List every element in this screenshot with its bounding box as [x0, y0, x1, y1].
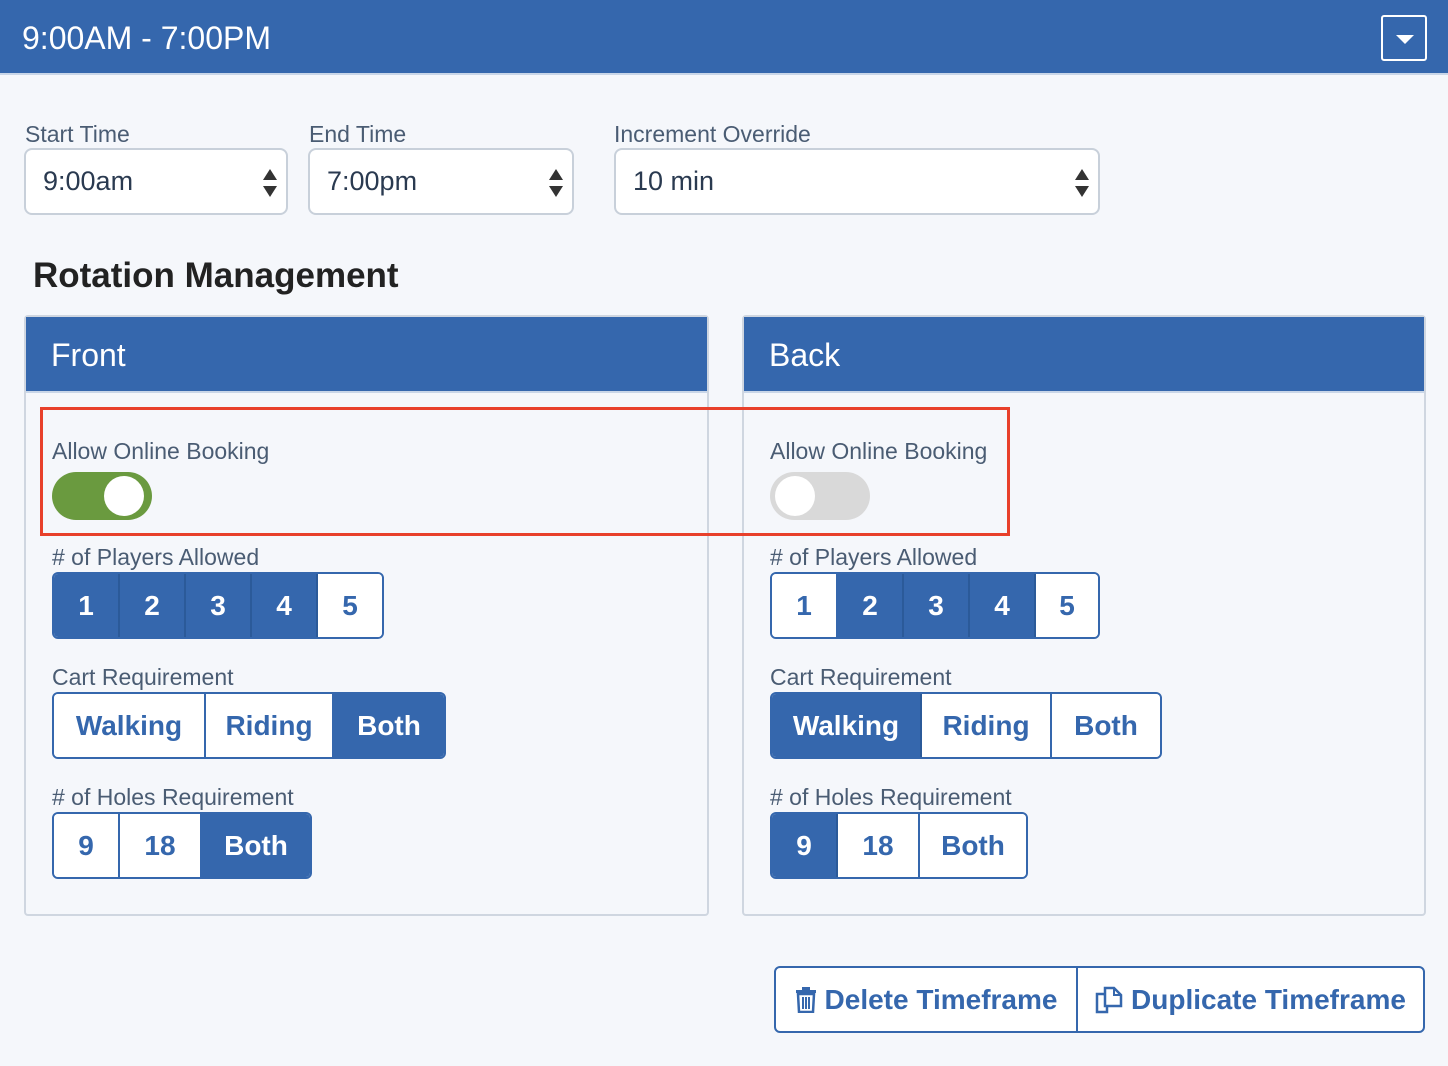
trash-icon: [795, 986, 816, 1013]
back-cart-group: Walking Riding Both: [770, 692, 1162, 759]
players-option-5[interactable]: 5: [318, 574, 382, 637]
players-option-2[interactable]: 2: [838, 574, 904, 637]
players-allowed-label: # of Players Allowed: [770, 544, 978, 570]
players-option-3[interactable]: 3: [186, 574, 252, 637]
rotation-management-title: Rotation Management: [33, 256, 399, 295]
front-online-booking-toggle[interactable]: [52, 472, 152, 520]
holes-option-18[interactable]: 18: [838, 814, 920, 877]
cart-option-both[interactable]: Both: [1052, 694, 1160, 757]
cart-option-walking[interactable]: Walking: [54, 694, 206, 757]
duplicate-timeframe-label: Duplicate Timeframe: [1131, 983, 1406, 1015]
cart-option-riding[interactable]: Riding: [922, 694, 1052, 757]
players-option-5[interactable]: 5: [1036, 574, 1098, 637]
increment-override-select[interactable]: 10 min: [614, 148, 1100, 215]
start-time-value: 9:00am: [43, 166, 134, 196]
cart-option-walking[interactable]: Walking: [772, 694, 922, 757]
holes-option-both[interactable]: Both: [920, 814, 1026, 877]
duplicate-timeframe-button[interactable]: Duplicate Timeframe: [1078, 968, 1423, 1031]
players-option-4[interactable]: 4: [252, 574, 318, 637]
caret-down-icon[interactable]: [1381, 15, 1427, 61]
start-time-select[interactable]: 9:00am: [24, 148, 288, 215]
holes-option-both[interactable]: Both: [202, 814, 310, 877]
holes-option-18[interactable]: 18: [120, 814, 202, 877]
players-option-1[interactable]: 1: [772, 574, 838, 637]
timeframe-actions: Delete Timeframe Duplicate Timeframe: [774, 966, 1425, 1033]
players-option-1[interactable]: 1: [54, 574, 120, 637]
start-time-label: Start Time: [25, 121, 130, 147]
front-rotation-panel: Front Allow Online Booking # of Players …: [24, 315, 709, 916]
increment-override-label: Increment Override: [614, 121, 811, 147]
holes-requirement-label: # of Holes Requirement: [770, 784, 1012, 810]
cart-option-riding[interactable]: Riding: [206, 694, 334, 757]
end-time-value: 7:00pm: [327, 166, 418, 196]
toggle-knob: [775, 476, 815, 516]
delete-timeframe-button[interactable]: Delete Timeframe: [776, 968, 1078, 1031]
timeframe-title: 9:00AM - 7:00PM: [22, 20, 271, 56]
end-time-label: End Time: [309, 121, 407, 147]
cart-requirement-label: Cart Requirement: [770, 664, 952, 690]
players-option-4[interactable]: 4: [970, 574, 1036, 637]
sort-arrows-icon: [263, 169, 277, 197]
players-option-3[interactable]: 3: [904, 574, 970, 637]
front-holes-group: 9 18 Both: [52, 812, 312, 879]
sort-arrows-icon: [549, 169, 563, 197]
players-option-2[interactable]: 2: [120, 574, 186, 637]
back-rotation-panel: Back Allow Online Booking # of Players A…: [742, 315, 1426, 916]
increment-override-value: 10 min: [633, 166, 715, 196]
front-panel-title: Front: [26, 317, 707, 393]
holes-option-9[interactable]: 9: [772, 814, 838, 877]
toggle-knob: [104, 476, 144, 516]
delete-timeframe-label: Delete Timeframe: [824, 983, 1058, 1015]
back-online-booking-toggle[interactable]: [770, 472, 870, 520]
holes-requirement-label: # of Holes Requirement: [52, 784, 294, 810]
front-players-group: 1 2 3 4 5: [52, 572, 384, 639]
players-allowed-label: # of Players Allowed: [52, 544, 260, 570]
back-players-group: 1 2 3 4 5: [770, 572, 1100, 639]
cart-option-both[interactable]: Both: [334, 694, 444, 757]
sort-arrows-icon: [1075, 169, 1089, 197]
holes-option-9[interactable]: 9: [54, 814, 120, 877]
back-panel-title: Back: [744, 317, 1424, 393]
timeframe-header: 9:00AM - 7:00PM: [0, 0, 1448, 75]
back-holes-group: 9 18 Both: [770, 812, 1028, 879]
cart-requirement-label: Cart Requirement: [52, 664, 234, 690]
copy-icon: [1095, 986, 1123, 1013]
allow-online-booking-label: Allow Online Booking: [52, 438, 270, 464]
front-cart-group: Walking Riding Both: [52, 692, 446, 759]
allow-online-booking-label: Allow Online Booking: [770, 438, 988, 464]
end-time-select[interactable]: 7:00pm: [308, 148, 574, 215]
